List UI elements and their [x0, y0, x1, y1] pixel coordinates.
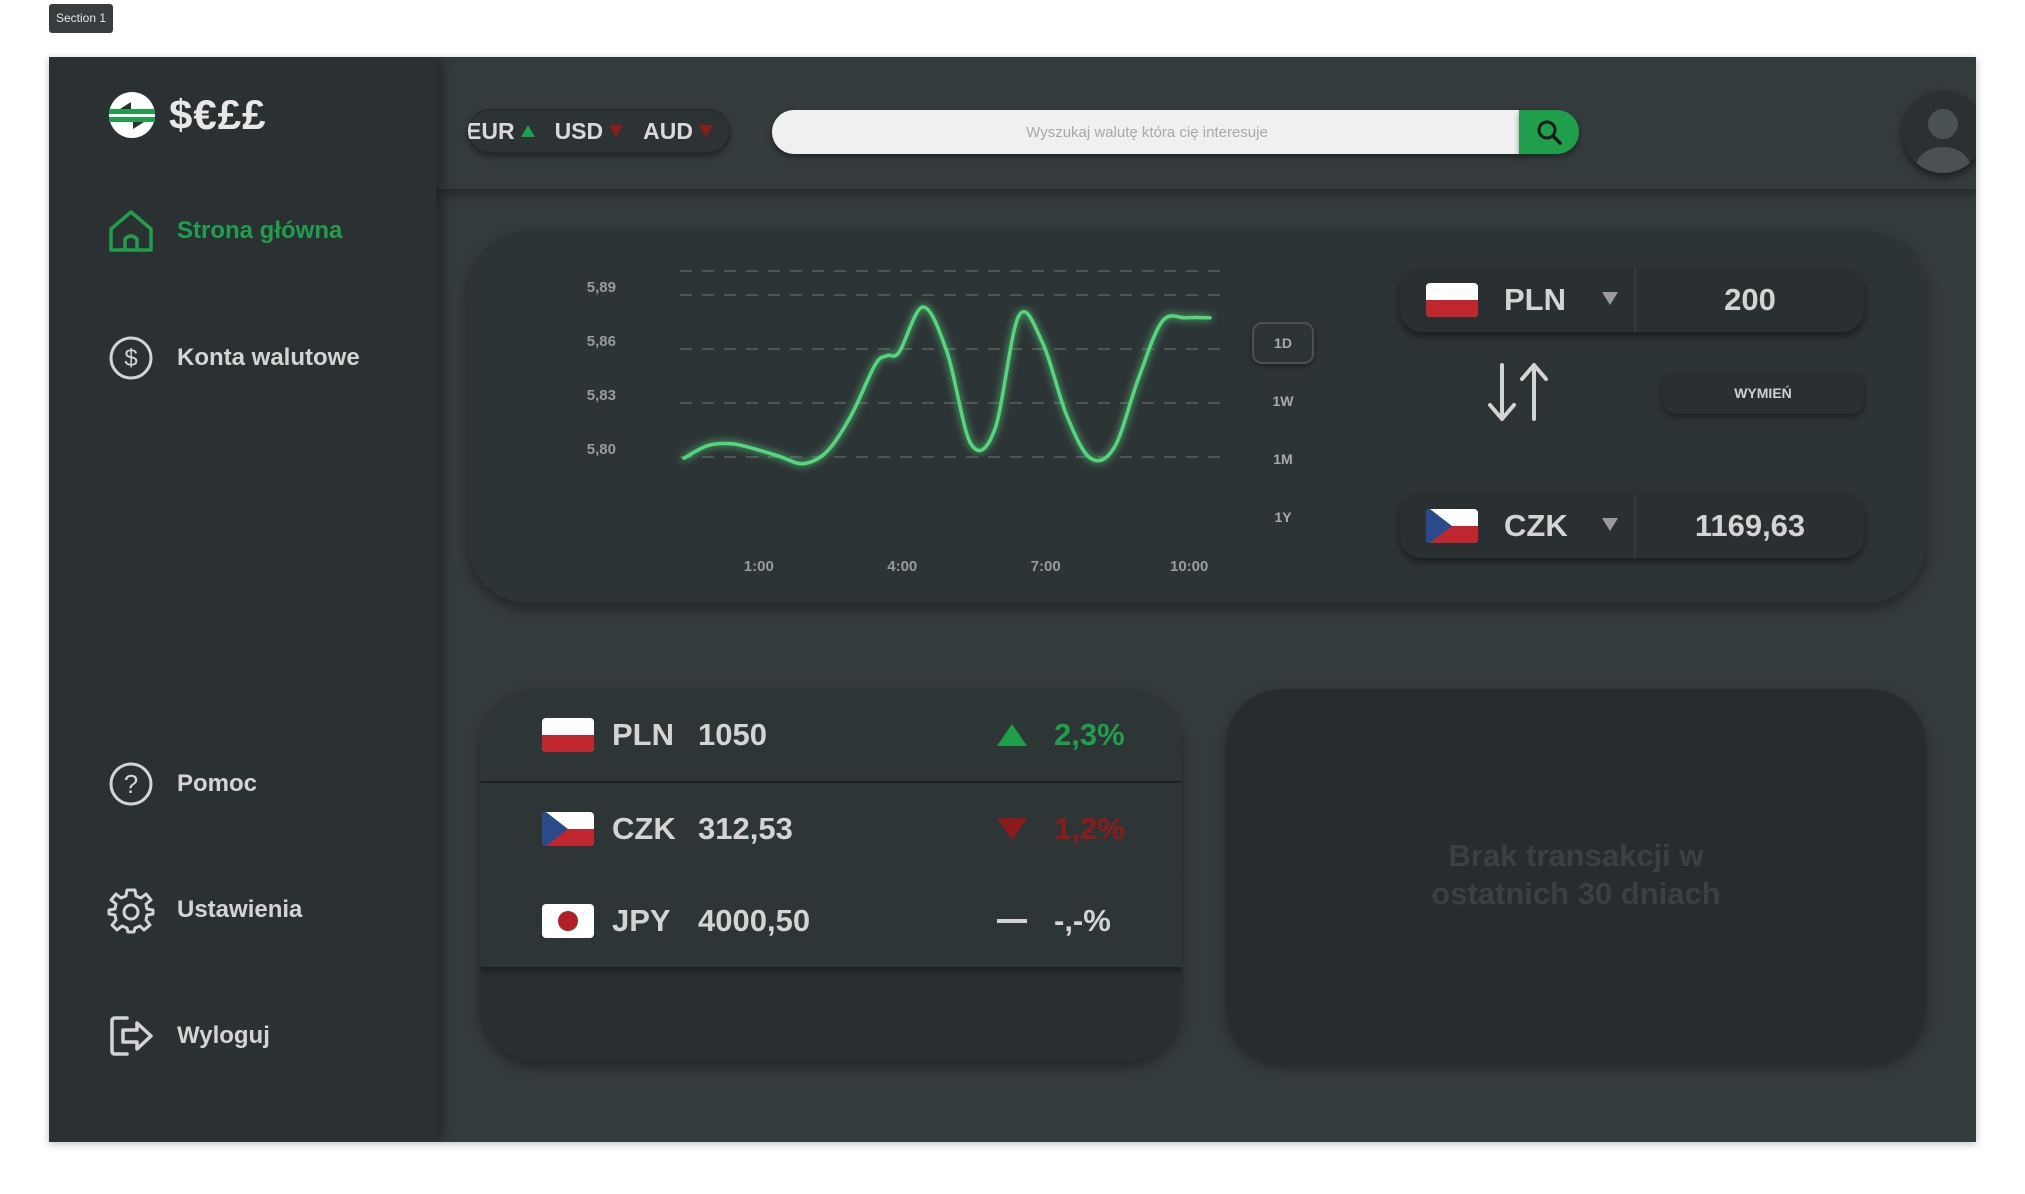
ticker-item-aud: AUD	[643, 118, 713, 145]
y-tick-label: 5,89	[587, 279, 616, 296]
poland-flag-icon	[1426, 283, 1478, 317]
balance-change: 1,2%	[1054, 811, 1125, 846]
transactions-empty-message: Brak transakcji w ostatnich 30 dniach	[1431, 838, 1721, 911]
exchange-logo-icon	[109, 92, 155, 138]
trend-down-icon	[609, 125, 624, 137]
logo[interactable]: $€££	[107, 90, 266, 140]
balance-change: -,-%	[1054, 903, 1111, 938]
logout-icon	[110, 1016, 153, 1056]
y-tick-label: 5,86	[587, 333, 616, 350]
dollar-circle-icon: $	[109, 336, 153, 380]
period-button-1y[interactable]: 1Y	[1252, 496, 1314, 538]
rate-line-chart: 5,89 5,86 5,83 5,80 1:00 4:00 7:00 10:00	[587, 270, 1223, 575]
balance-amount: 312,53	[698, 811, 793, 846]
ticker-code: AUD	[643, 117, 693, 144]
nav-label-home: Strona główna	[177, 217, 343, 244]
search-button[interactable]	[1519, 110, 1579, 154]
swap-arrows-icon[interactable]	[1482, 359, 1554, 425]
svg-text:?: ?	[124, 769, 138, 799]
balance-currency-code: PLN	[612, 717, 674, 752]
nav-item-accounts[interactable]: $ Konta walutowe	[107, 334, 360, 382]
gear-icon	[107, 888, 155, 934]
nav-item-settings[interactable]: Ustawienia	[107, 886, 302, 934]
period-button-1d[interactable]: 1D	[1252, 322, 1314, 364]
balance-change: 2,3%	[1054, 717, 1125, 752]
y-tick-label: 5,83	[587, 387, 616, 404]
search-icon	[1537, 120, 1562, 145]
czech-flag-icon	[1426, 509, 1478, 543]
ticker-code: EUR	[468, 117, 515, 144]
x-tick-label: 4:00	[887, 558, 917, 575]
czech-flag-icon	[542, 812, 594, 846]
home-icon	[109, 210, 153, 252]
balance-amount: 4000,50	[698, 903, 811, 938]
rate-series-line	[682, 305, 1212, 466]
nav-item-help[interactable]: ? Pomoc	[107, 760, 257, 808]
period-button-1w[interactable]: 1W	[1252, 380, 1314, 422]
transactions-card: Brak transakcji w ostatnich 30 dniach	[1226, 689, 1926, 1061]
top-bar: EUR USD AUD	[436, 57, 1976, 189]
balance-amount: 1050	[698, 717, 767, 752]
balance-currency-code: CZK	[612, 811, 676, 846]
app-window: $€££ Strona główna $ Konta walutowe ? Po…	[49, 57, 1976, 1142]
ticker-item-usd: USD	[555, 118, 624, 145]
period-button-1m[interactable]: 1M	[1252, 438, 1314, 480]
balance-row-jpy[interactable]: JPY 4000,50 -,-%	[480, 875, 1182, 967]
x-tick-label: 1:00	[744, 558, 774, 575]
balance-row-czk[interactable]: CZK 312,53 1,2%	[480, 783, 1182, 875]
to-currency-select[interactable]: CZK	[1400, 494, 1636, 558]
converter-from-row: PLN 200	[1400, 268, 1864, 332]
nav-label-settings: Ustawienia	[177, 896, 303, 923]
currency-ticker[interactable]: EUR USD AUD	[468, 109, 730, 153]
rate-chart-card: 5,89 5,86 5,83 5,80 1:00 4:00 7:00 10:00 1D 1W …	[468, 231, 1926, 603]
section-label: Section 1	[49, 4, 114, 33]
converter-to-row: CZK 1169,63	[1400, 494, 1864, 558]
to-amount-field[interactable]: 1169,63	[1636, 508, 1864, 544]
ticker-item-eur: EUR	[468, 118, 535, 145]
trend-flat-icon	[997, 919, 1027, 923]
trend-down-icon	[997, 818, 1027, 840]
x-tick-label: 10:00	[1170, 558, 1208, 575]
x-tick-label: 7:00	[1031, 558, 1061, 575]
search-input[interactable]	[772, 110, 1522, 154]
balances-card: PLN 1050 2,3% CZK 312,53 1,2% JPY 4000,5…	[480, 689, 1182, 1061]
chevron-down-icon	[1602, 518, 1618, 531]
from-currency-select[interactable]: PLN	[1400, 268, 1636, 332]
chevron-down-icon	[1602, 292, 1618, 305]
nav-item-logout[interactable]: Wyloguj	[107, 1012, 270, 1060]
nav-label-logout: Wyloguj	[177, 1022, 270, 1049]
balance-currency-code: JPY	[612, 903, 671, 938]
from-amount-field[interactable]: 200	[1636, 282, 1864, 318]
trend-up-icon	[997, 724, 1027, 746]
nav-label-accounts: Konta walutowe	[177, 344, 360, 371]
help-icon: ?	[109, 762, 153, 806]
nav-item-home[interactable]: Strona główna	[107, 207, 342, 255]
svg-text:$: $	[124, 345, 137, 372]
nav-label-help: Pomoc	[177, 770, 258, 797]
balance-row-pln[interactable]: PLN 1050 2,3%	[480, 689, 1182, 781]
from-currency-code: PLN	[1504, 282, 1566, 317]
y-tick-label: 5,80	[587, 441, 616, 458]
logo-text: $€££	[169, 91, 267, 138]
sidebar: $€££ Strona główna $ Konta walutowe ? Po…	[49, 57, 436, 1142]
trend-up-icon	[520, 125, 535, 137]
user-avatar[interactable]	[1902, 91, 1976, 173]
poland-flag-icon	[542, 718, 594, 752]
ticker-code: USD	[554, 117, 604, 144]
user-icon	[1902, 91, 1976, 173]
japan-flag-icon	[542, 904, 594, 938]
trend-down-icon	[698, 125, 713, 137]
exchange-button[interactable]: WYMIEŃ	[1662, 372, 1864, 414]
to-currency-code: CZK	[1504, 508, 1568, 543]
